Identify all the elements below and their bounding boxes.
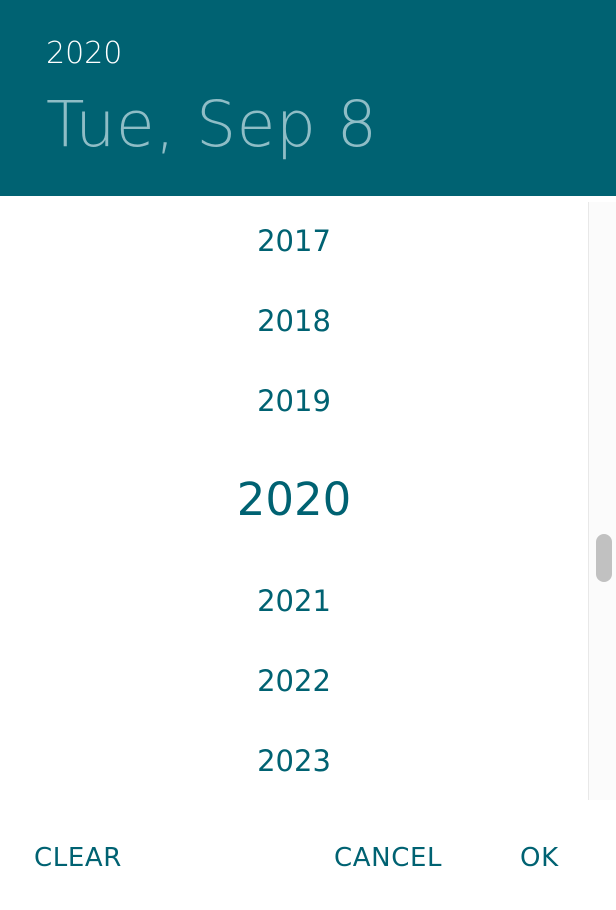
year-item-2019[interactable]: 2019 — [0, 381, 588, 421]
year-item-2022[interactable]: 2022 — [0, 661, 588, 701]
date-picker-header: 2020 Tue, Sep 8 — [0, 0, 616, 196]
dialog-actions: CLEAR CANCEL OK — [0, 800, 616, 910]
header-year[interactable]: 2020 — [46, 34, 122, 74]
header-date[interactable]: Tue, Sep 8 — [46, 88, 378, 162]
scrollbar-thumb[interactable] — [596, 534, 612, 582]
scrollbar-track[interactable] — [588, 202, 616, 800]
year-item-2023[interactable]: 2023 — [0, 741, 588, 781]
year-list[interactable]: 2017 2018 2019 2020 2021 2022 2023 — [0, 196, 588, 800]
ok-button[interactable]: OK — [520, 840, 559, 876]
cancel-button[interactable]: CANCEL — [334, 840, 442, 876]
year-item-2020-selected[interactable]: 2020 — [0, 472, 588, 528]
year-item-2017[interactable]: 2017 — [0, 221, 588, 261]
clear-button[interactable]: CLEAR — [34, 840, 122, 876]
year-item-2018[interactable]: 2018 — [0, 301, 588, 341]
year-item-2021[interactable]: 2021 — [0, 581, 588, 621]
